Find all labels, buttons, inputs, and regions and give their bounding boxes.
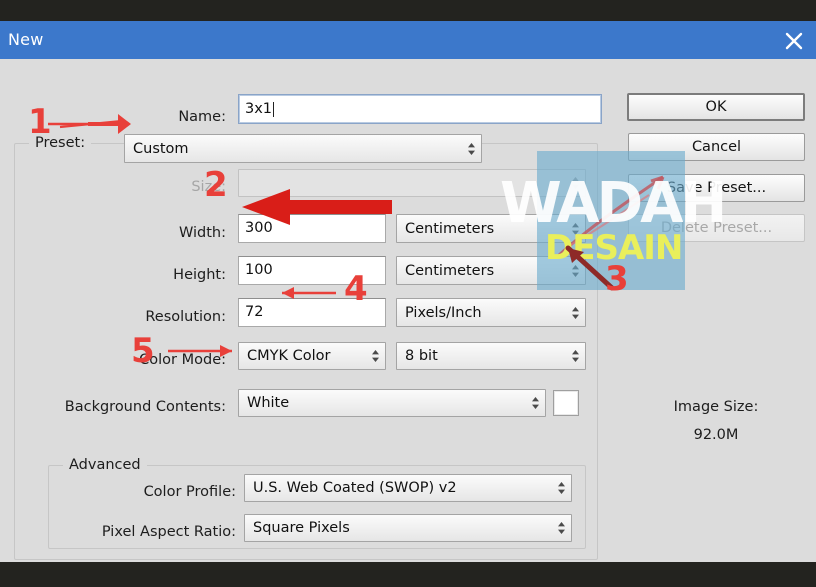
preset-combo-value: Custom [133,140,189,157]
height-unit-value: Centimeters [405,262,495,279]
color-profile-combo[interactable]: U.S. Web Coated (SWOP) v2 [244,474,572,502]
width-unit-value: Centimeters [405,220,495,237]
chevron-updown-icon [571,263,580,279]
advanced-legend: Advanced [63,457,147,473]
save-preset-button[interactable]: Save Preset... [628,174,805,202]
height-label: Height: [173,267,226,283]
screen: New Name: 3x1 Preset: Custom Size: Width… [0,0,816,587]
top-chrome-bar [0,0,816,21]
color-mode-value: CMYK Color [247,348,331,364]
name-input-value: 3x1 [245,100,273,117]
ok-button-label: OK [705,99,727,115]
cancel-button[interactable]: Cancel [628,133,805,161]
chevron-updown-icon [557,480,566,496]
pixel-aspect-ratio-label: Pixel Aspect Ratio: [101,524,236,540]
background-contents-label: Background Contents: [64,399,226,415]
image-size-label: Image Size: [673,399,759,415]
chevron-updown-icon [571,305,580,321]
chevron-updown-icon [531,395,540,411]
background-contents-combo[interactable]: White [238,389,546,417]
annotation-number-2: 2 [204,165,228,205]
image-size-block: Image Size: 92.0M [621,399,811,443]
width-unit-combo[interactable]: Centimeters [396,214,586,243]
annotation-number-4: 4 [344,269,368,309]
name-label: Name: [178,109,226,125]
text-caret [273,101,275,117]
width-input-value: 300 [245,220,273,237]
background-color-swatch[interactable] [553,390,579,416]
cancel-button-label: Cancel [691,139,742,155]
chevron-updown-icon [467,141,476,157]
preset-combo[interactable]: Custom [124,134,482,163]
name-input[interactable]: 3x1 [238,94,602,124]
height-unit-combo[interactable]: Centimeters [396,256,586,285]
width-label: Width: [178,225,226,241]
dialog-body: Name: 3x1 Preset: Custom Size: Width: 30… [0,59,816,562]
color-mode-combo[interactable]: CMYK Color [238,342,386,370]
dialog-title: New [8,30,44,49]
color-profile-label: Color Profile: [143,484,236,500]
resolution-unit-value: Pixels/Inch [405,304,482,321]
color-depth-combo[interactable]: 8 bit [396,342,586,370]
save-preset-button-label: Save Preset... [666,180,767,196]
close-icon[interactable] [782,29,806,53]
chevron-updown-icon [571,221,580,237]
annotation-number-5: 5 [131,331,155,371]
background-contents-value: White [247,395,290,411]
annotation-number-1: 1 [28,102,52,142]
new-document-dialog: New Name: 3x1 Preset: Custom Size: Width… [0,21,816,562]
color-depth-value: 8 bit [405,348,438,364]
width-input[interactable]: 300 [238,214,386,243]
color-mode-label: Color Mode: [139,352,226,368]
ok-button[interactable]: OK [627,93,805,121]
annotation-number-3: 3 [605,259,629,299]
resolution-input-value: 72 [245,304,264,321]
chevron-updown-icon [557,520,566,536]
delete-preset-button-label: Delete Preset... [660,220,773,236]
chevron-updown-icon [371,348,380,364]
height-input-value: 100 [245,262,273,279]
pixel-aspect-ratio-combo[interactable]: Square Pixels [244,514,572,542]
resolution-unit-combo[interactable]: Pixels/Inch [396,298,586,327]
dialog-titlebar: New [0,21,816,59]
image-size-value: 92.0M [693,427,739,443]
color-profile-value: U.S. Web Coated (SWOP) v2 [253,480,457,496]
chevron-updown-icon [571,175,580,191]
chevron-updown-icon [571,348,580,364]
bottom-chrome-bar [0,562,816,587]
size-combo [238,169,586,197]
delete-preset-button: Delete Preset... [628,214,805,242]
pixel-aspect-ratio-value: Square Pixels [253,520,350,536]
resolution-label: Resolution: [145,309,226,325]
